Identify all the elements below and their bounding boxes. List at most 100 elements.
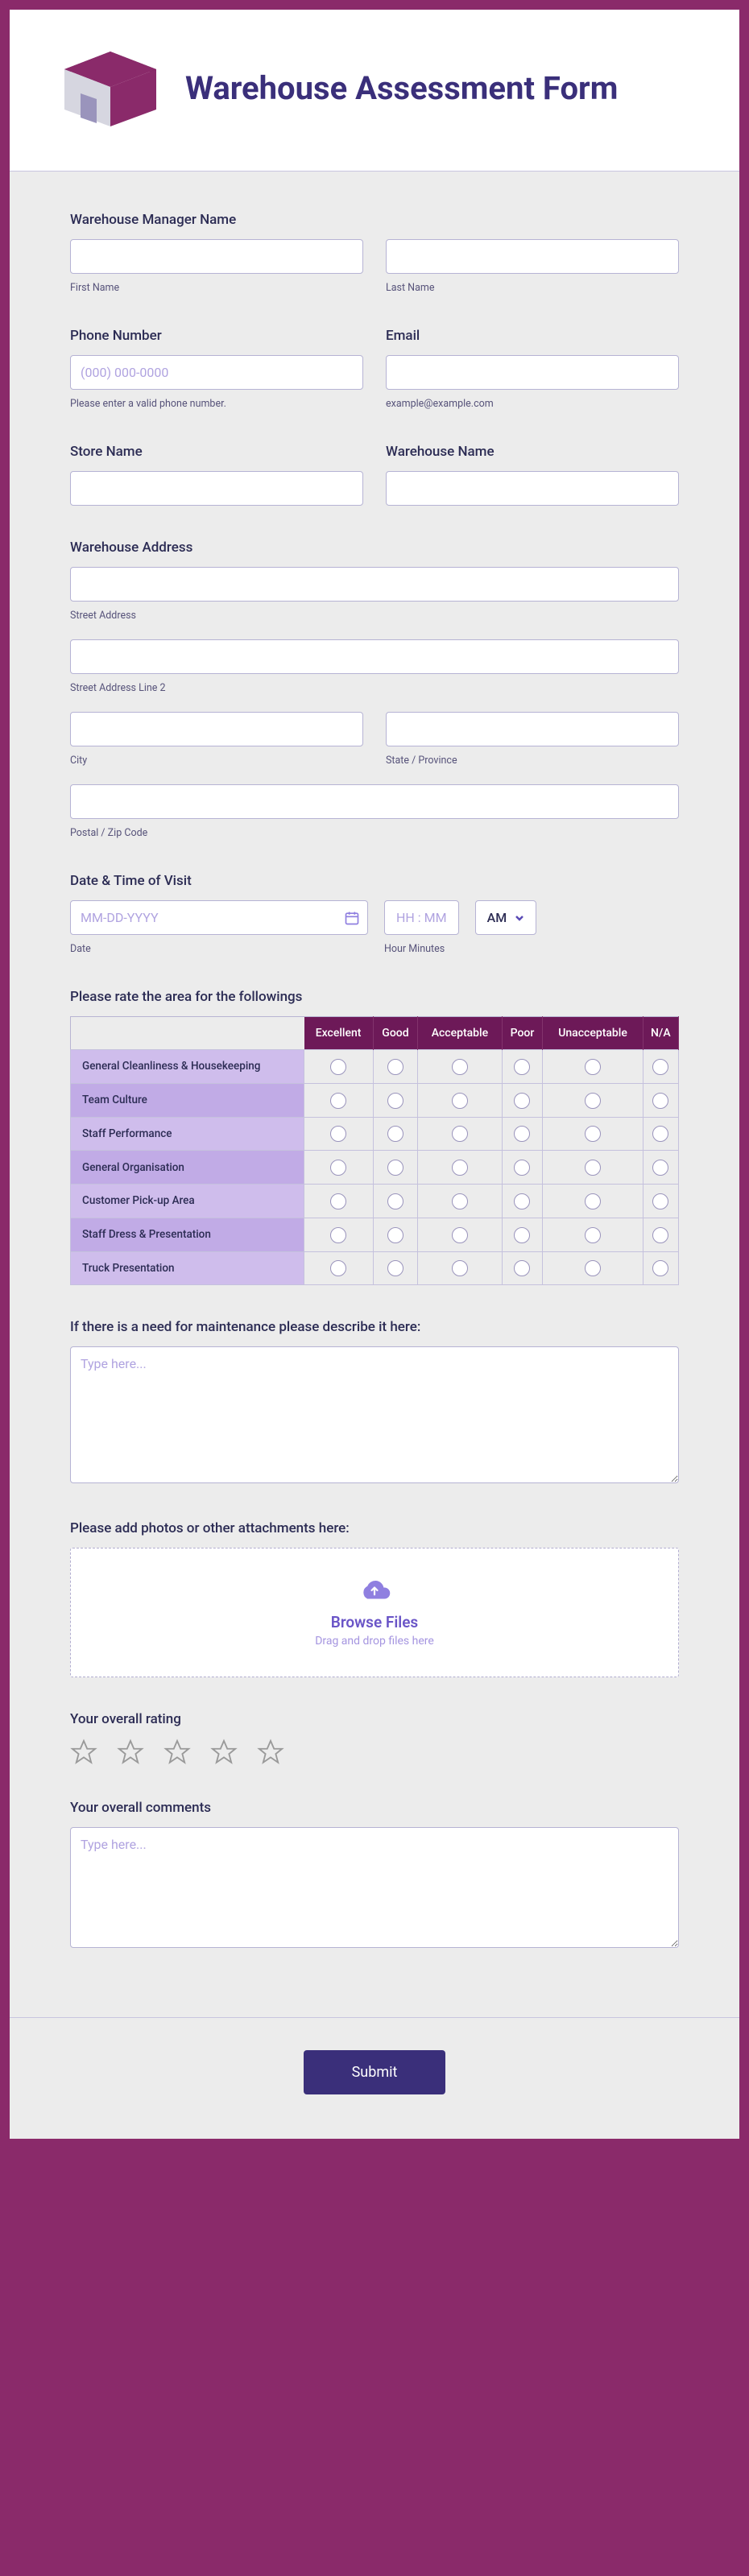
comments-label: Your overall comments bbox=[70, 1800, 679, 1816]
phone-input[interactable] bbox=[70, 355, 363, 390]
rating-radio[interactable] bbox=[387, 1093, 403, 1109]
star[interactable] bbox=[257, 1739, 284, 1766]
city-input[interactable] bbox=[70, 712, 363, 746]
rating-radio[interactable] bbox=[585, 1227, 601, 1243]
rating-radio[interactable] bbox=[330, 1160, 346, 1176]
rating-radio[interactable] bbox=[585, 1260, 601, 1276]
rating-cell bbox=[373, 1117, 418, 1151]
email-label: Email bbox=[386, 328, 679, 344]
footer: Submit bbox=[10, 2017, 739, 2139]
rating-radio[interactable] bbox=[452, 1260, 468, 1276]
rating-cell bbox=[373, 1218, 418, 1251]
email-input[interactable] bbox=[386, 355, 679, 390]
state-input[interactable] bbox=[386, 712, 679, 746]
rating-radio[interactable] bbox=[330, 1059, 346, 1075]
rating-row: General Cleanliness & Housekeeping bbox=[71, 1050, 679, 1084]
comments-textarea[interactable] bbox=[70, 1827, 679, 1948]
rating-radio[interactable] bbox=[330, 1126, 346, 1142]
date-input[interactable] bbox=[70, 900, 368, 935]
rating-radio[interactable] bbox=[652, 1126, 668, 1142]
maintenance-textarea[interactable] bbox=[70, 1346, 679, 1483]
rating-row: General Organisation bbox=[71, 1151, 679, 1185]
rating-cell bbox=[304, 1083, 374, 1117]
rating-cell bbox=[643, 1050, 678, 1084]
rating-row-label: Staff Performance bbox=[71, 1117, 304, 1151]
rating-radio[interactable] bbox=[652, 1260, 668, 1276]
rating-radio[interactable] bbox=[387, 1260, 403, 1276]
calendar-icon[interactable] bbox=[344, 910, 360, 926]
rating-radio[interactable] bbox=[652, 1160, 668, 1176]
rating-radio[interactable] bbox=[585, 1126, 601, 1142]
last-name-input[interactable] bbox=[386, 239, 679, 274]
rating-table: ExcellentGoodAcceptablePoorUnacceptableN… bbox=[70, 1016, 679, 1285]
file-upload-dropzone[interactable]: Browse Files Drag and drop files here bbox=[70, 1548, 679, 1677]
rating-radio[interactable] bbox=[330, 1193, 346, 1209]
star[interactable] bbox=[210, 1739, 238, 1766]
postal-input[interactable] bbox=[70, 784, 679, 819]
phone-sublabel: Please enter a valid phone number. bbox=[70, 398, 363, 410]
rating-cell bbox=[502, 1218, 543, 1251]
rating-cell bbox=[418, 1050, 502, 1084]
rating-cell bbox=[373, 1151, 418, 1185]
rating-radio[interactable] bbox=[387, 1160, 403, 1176]
rating-radio[interactable] bbox=[452, 1126, 468, 1142]
rating-radio[interactable] bbox=[387, 1126, 403, 1142]
visit-section: Date & Time of Visit Date HH : MM Hour M… bbox=[70, 873, 679, 955]
star[interactable] bbox=[117, 1739, 144, 1766]
rating-radio[interactable] bbox=[514, 1193, 530, 1209]
rating-radio[interactable] bbox=[652, 1093, 668, 1109]
rating-radio[interactable] bbox=[514, 1227, 530, 1243]
street2-input[interactable] bbox=[70, 639, 679, 674]
star[interactable] bbox=[70, 1739, 97, 1766]
rating-radio[interactable] bbox=[387, 1193, 403, 1209]
rating-radio[interactable] bbox=[585, 1160, 601, 1176]
rating-radio[interactable] bbox=[652, 1059, 668, 1075]
rating-cell bbox=[502, 1117, 543, 1151]
warehouse-name-label: Warehouse Name bbox=[386, 444, 679, 460]
rating-radio[interactable] bbox=[452, 1093, 468, 1109]
rating-radio[interactable] bbox=[387, 1059, 403, 1075]
ampm-select[interactable]: AM bbox=[475, 900, 537, 935]
manager-name-section: Warehouse Manager Name First Name Last N… bbox=[70, 212, 679, 294]
rating-radio[interactable] bbox=[452, 1160, 468, 1176]
city-sublabel: City bbox=[70, 755, 363, 767]
star[interactable] bbox=[163, 1739, 191, 1766]
rating-row-label: General Cleanliness & Housekeeping bbox=[71, 1050, 304, 1084]
rating-radio[interactable] bbox=[514, 1059, 530, 1075]
submit-button[interactable]: Submit bbox=[304, 2050, 446, 2094]
contact-section: Phone Number Please enter a valid phone … bbox=[70, 328, 679, 410]
attachments-label: Please add photos or other attachments h… bbox=[70, 1520, 679, 1536]
first-name-sublabel: First Name bbox=[70, 282, 363, 294]
time-input[interactable]: HH : MM bbox=[384, 900, 459, 935]
rating-cell bbox=[304, 1151, 374, 1185]
rating-cell bbox=[543, 1117, 643, 1151]
rating-radio[interactable] bbox=[330, 1227, 346, 1243]
rating-cell bbox=[373, 1050, 418, 1084]
rating-cell bbox=[543, 1251, 643, 1285]
rating-row: Truck Presentation bbox=[71, 1251, 679, 1285]
store-name-input[interactable] bbox=[70, 471, 363, 506]
rating-radio[interactable] bbox=[652, 1227, 668, 1243]
phone-label: Phone Number bbox=[70, 328, 363, 344]
rating-radio[interactable] bbox=[585, 1093, 601, 1109]
rating-radio[interactable] bbox=[585, 1193, 601, 1209]
state-sublabel: State / Province bbox=[386, 755, 679, 767]
rating-radio[interactable] bbox=[514, 1093, 530, 1109]
rating-radio[interactable] bbox=[452, 1227, 468, 1243]
rating-radio[interactable] bbox=[652, 1193, 668, 1209]
rating-radio[interactable] bbox=[514, 1126, 530, 1142]
rating-radio[interactable] bbox=[452, 1193, 468, 1209]
rating-radio[interactable] bbox=[585, 1059, 601, 1075]
rating-radio[interactable] bbox=[514, 1160, 530, 1176]
rating-radio[interactable] bbox=[330, 1260, 346, 1276]
rating-cell bbox=[643, 1117, 678, 1151]
rating-radio[interactable] bbox=[330, 1093, 346, 1109]
street-input[interactable] bbox=[70, 567, 679, 602]
rating-radio[interactable] bbox=[514, 1260, 530, 1276]
rating-cell bbox=[543, 1083, 643, 1117]
rating-radio[interactable] bbox=[387, 1227, 403, 1243]
postal-sublabel: Postal / Zip Code bbox=[70, 827, 679, 839]
rating-radio[interactable] bbox=[452, 1059, 468, 1075]
warehouse-name-input[interactable] bbox=[386, 471, 679, 506]
first-name-input[interactable] bbox=[70, 239, 363, 274]
